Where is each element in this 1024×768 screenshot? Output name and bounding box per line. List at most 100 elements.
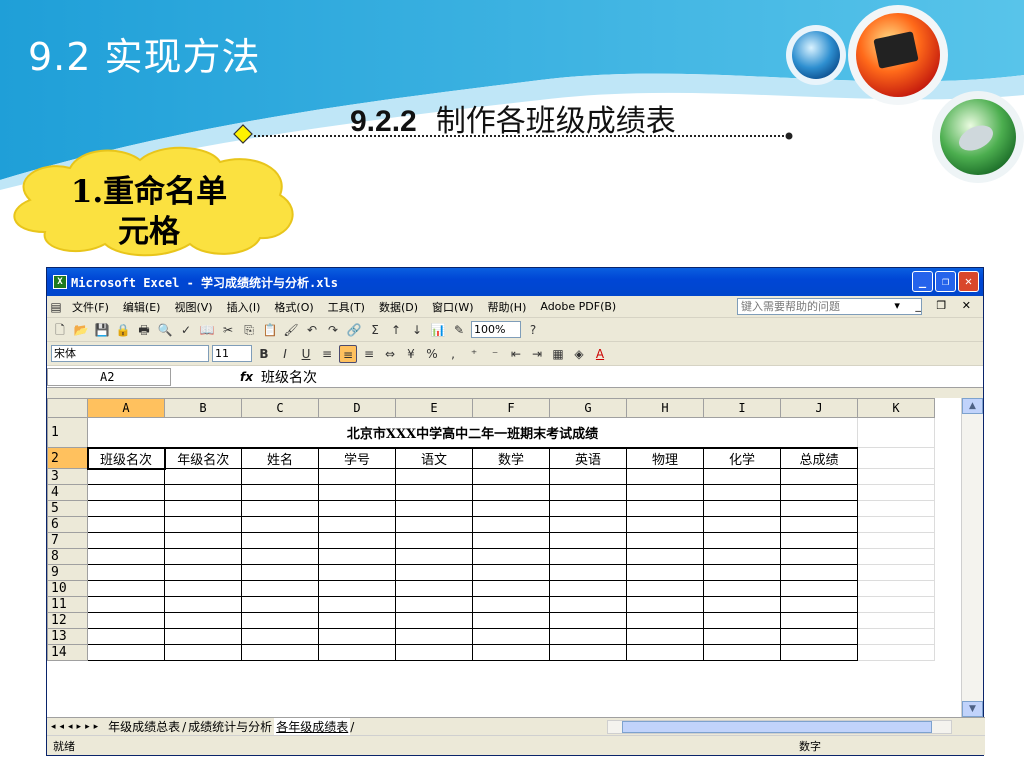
column-header[interactable]: H [626,398,704,418]
cell[interactable] [164,628,242,645]
vertical-scrollbar[interactable]: ▲ ▼ [961,398,983,717]
horizontal-scrollbar[interactable] [607,720,952,734]
menu-file[interactable]: 文件(F) [65,299,116,315]
cell[interactable] [395,628,473,645]
cell[interactable] [395,596,473,613]
cell[interactable] [241,580,319,597]
cell[interactable] [549,596,627,613]
cell[interactable] [857,417,935,448]
worksheet-grid[interactable]: A B C D E F G H I J K 1 北京市XXX中学高中二年一班期末… [47,398,963,717]
column-header[interactable]: C [241,398,319,418]
header-cell[interactable]: 化学 [703,447,781,469]
percent-icon[interactable]: % [423,345,441,363]
row-header[interactable]: 13 [47,628,88,645]
sort-descending-icon[interactable]: ↓ [408,321,426,339]
cell[interactable] [472,484,550,501]
cell[interactable] [87,612,165,629]
workbook-icon[interactable]: ▤ [47,298,65,316]
menu-adobe-pdf[interactable]: Adobe PDF(B) [533,300,623,313]
header-cell[interactable]: 学号 [318,447,396,469]
cell[interactable] [857,532,935,549]
undo-icon[interactable]: ↶ [303,321,321,339]
row-header[interactable]: 1 [47,417,88,448]
cell[interactable] [549,516,627,533]
cell[interactable] [549,532,627,549]
cell[interactable] [318,612,396,629]
fx-icon[interactable]: fx [171,370,261,384]
cell[interactable] [87,548,165,565]
column-header[interactable]: K [857,398,935,418]
cell[interactable] [87,580,165,597]
zoom-select[interactable]: 100% [471,321,521,338]
cell[interactable] [472,532,550,549]
cell[interactable] [549,564,627,581]
sheet-tab[interactable]: 成绩统计与分析 [186,718,274,735]
row-header[interactable]: 4 [47,484,88,501]
cell[interactable] [626,564,704,581]
cell[interactable] [780,580,858,597]
cell[interactable] [164,548,242,565]
cell[interactable] [703,580,781,597]
save-icon[interactable]: 💾 [93,321,111,339]
cell[interactable] [164,612,242,629]
header-cell-selected[interactable]: 班级名次 [86,446,166,470]
cell[interactable] [318,644,396,661]
cell[interactable] [703,500,781,517]
help-icon[interactable]: ? [524,321,542,339]
cell[interactable] [703,548,781,565]
cell[interactable] [87,500,165,517]
row-header[interactable]: 11 [47,596,88,613]
cell[interactable] [395,612,473,629]
cell[interactable] [318,468,396,485]
sheet-tab-active[interactable]: 各年级成绩表 [274,718,351,735]
cell[interactable] [164,484,242,501]
cell[interactable] [164,644,242,661]
select-all-corner[interactable] [47,398,88,418]
cell[interactable] [626,644,704,661]
row-header[interactable]: 9 [47,564,88,581]
column-header[interactable]: G [549,398,627,418]
cell[interactable] [164,532,242,549]
comma-style-icon[interactable]: , [444,345,462,363]
formula-input[interactable]: 班级名次 [261,367,317,387]
print-preview-icon[interactable]: 🔍 [156,321,174,339]
cell[interactable] [87,468,165,485]
row-header[interactable]: 7 [47,532,88,549]
cell[interactable] [857,500,935,517]
cell[interactable] [472,644,550,661]
cell[interactable] [164,580,242,597]
cell[interactable] [472,612,550,629]
cell[interactable] [241,500,319,517]
header-cell[interactable]: 姓名 [241,447,319,469]
header-cell[interactable]: 物理 [626,447,704,469]
scroll-down-icon[interactable]: ▼ [962,701,983,717]
cell[interactable] [549,548,627,565]
cell[interactable] [318,580,396,597]
row-header[interactable]: 8 [47,548,88,565]
cell[interactable] [472,628,550,645]
cell[interactable] [703,468,781,485]
cell[interactable] [626,468,704,485]
decrease-decimal-icon[interactable]: ⁻ [486,345,504,363]
cell[interactable] [395,468,473,485]
cell[interactable] [395,500,473,517]
cell[interactable] [626,500,704,517]
cell[interactable] [626,548,704,565]
cell[interactable] [241,596,319,613]
row-header[interactable]: 5 [47,500,88,517]
cell[interactable] [703,532,781,549]
paste-icon[interactable]: 📋 [261,321,279,339]
increase-decimal-icon[interactable]: ⁺ [465,345,483,363]
cell[interactable] [703,644,781,661]
cell[interactable] [241,516,319,533]
minimize-button[interactable]: _ [912,271,933,292]
cell[interactable] [318,532,396,549]
cell[interactable] [395,580,473,597]
scroll-thumb[interactable] [622,721,932,733]
italic-icon[interactable]: I [276,345,294,363]
cell[interactable] [549,500,627,517]
cell[interactable] [318,596,396,613]
cell[interactable] [87,484,165,501]
spelling-icon[interactable]: ✓ [177,321,195,339]
cell[interactable] [318,548,396,565]
